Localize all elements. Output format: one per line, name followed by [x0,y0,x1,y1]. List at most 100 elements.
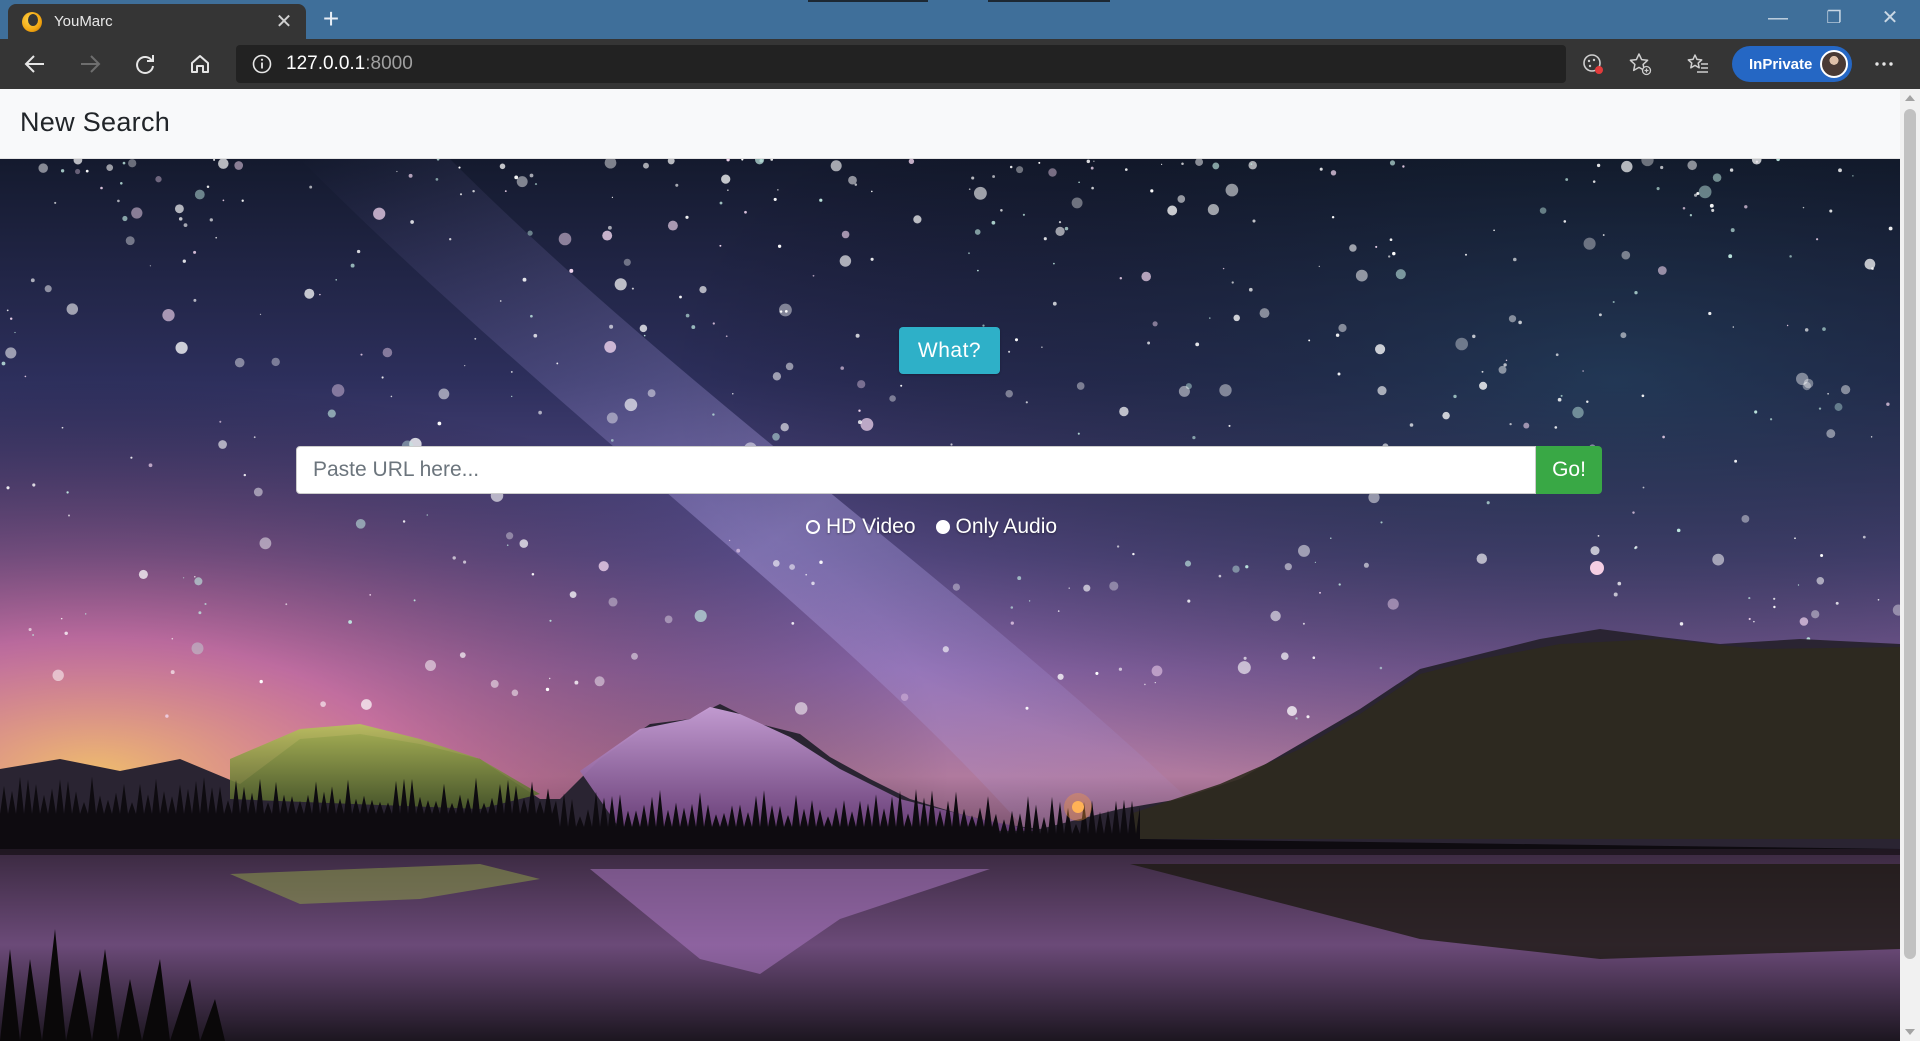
star [1621,250,1631,260]
what-button[interactable]: What? [899,327,1000,374]
star [725,335,728,338]
star [1698,185,1712,199]
star [772,433,780,441]
forward-button[interactable] [72,47,108,81]
star [1250,163,1253,165]
star [1338,323,1347,333]
star [1041,346,1043,348]
star [1055,226,1065,237]
star [1152,321,1158,327]
star [1147,341,1151,345]
star [1840,384,1851,395]
star [1086,159,1091,164]
star [1009,165,1013,169]
star [171,637,174,640]
favorites-button[interactable] [1680,47,1716,81]
star [533,333,538,338]
home-button[interactable] [182,47,218,81]
star [32,483,36,487]
star [194,577,203,586]
star [721,174,731,184]
tab-close-icon[interactable]: ✕ [272,12,296,32]
navbar-brand[interactable]: New Search [20,107,170,138]
star [499,163,506,170]
star [719,244,722,247]
scroll-up-arrow-icon[interactable] [1905,95,1915,101]
scrollbar-thumb[interactable] [1904,109,1916,959]
url-input[interactable] [296,446,1536,494]
page-viewport: New Search What? Paste URL here... Go! H… [0,89,1920,1041]
star [1555,353,1559,357]
restore-button[interactable]: ❐ [1806,0,1862,39]
back-button[interactable] [17,47,53,81]
star [1286,705,1298,717]
window-drag-strip [808,0,1110,2]
star [1312,656,1316,659]
star [52,669,64,681]
address-bar[interactable]: 127.0.0.1:8000 [236,45,1566,83]
star [194,189,205,200]
star [459,193,463,196]
star [511,689,519,697]
new-tab-button[interactable]: + [314,4,348,36]
star [712,322,715,325]
star [728,539,731,542]
star [1829,209,1833,213]
star [870,257,874,261]
star [1,361,6,366]
browser-tab[interactable]: YouMarc ✕ [8,4,306,39]
refresh-button[interactable] [127,47,163,81]
star [1508,315,1517,323]
radio-hd-video-indicator[interactable] [806,520,820,534]
star [1835,601,1839,605]
radio-only-audio-label: Only Audio [955,515,1058,538]
page-scrollbar[interactable] [1900,89,1920,1041]
more-icon [1875,62,1893,66]
star [1560,394,1563,397]
star [611,196,614,199]
star [1657,266,1667,275]
info-icon[interactable] [252,54,272,74]
scroll-down-arrow-icon[interactable] [1905,1029,1915,1035]
star [259,313,262,316]
star [410,220,414,224]
star [1187,599,1191,603]
star [1028,600,1031,602]
go-button[interactable]: Go! [1536,446,1602,494]
star [777,189,779,191]
star [1091,186,1094,190]
radio-only-audio[interactable]: Only Audio [935,515,1058,539]
star [1218,574,1222,578]
star [1811,610,1820,619]
star [531,572,535,576]
star [1455,337,1469,351]
star [1151,665,1163,677]
star [162,308,175,322]
radio-only-audio-indicator[interactable] [935,520,950,534]
star [182,577,185,579]
settings-more-button[interactable] [1866,47,1902,81]
star [38,163,48,173]
address-url[interactable]: 127.0.0.1:8000 [286,53,413,75]
star [435,178,439,181]
star [819,198,823,202]
tracking-prevention-button[interactable] [1575,47,1611,81]
radio-hd-video[interactable]: HD Video [806,515,916,539]
star [777,244,782,248]
minimize-button[interactable]: — [1750,0,1806,39]
star [1734,459,1738,463]
star [1802,206,1805,209]
add-favorite-button[interactable] [1622,47,1658,81]
star [1248,160,1257,170]
window-close-button[interactable]: ✕ [1862,0,1918,39]
star [1493,229,1495,232]
star [1554,426,1558,429]
inprivate-button[interactable]: InPrivate [1732,46,1852,82]
star [215,236,218,239]
forward-icon [81,55,101,73]
star [858,409,861,412]
star [1642,486,1645,489]
star [1132,552,1135,556]
star [66,491,69,494]
inprivate-label: InPrivate [1749,55,1813,73]
